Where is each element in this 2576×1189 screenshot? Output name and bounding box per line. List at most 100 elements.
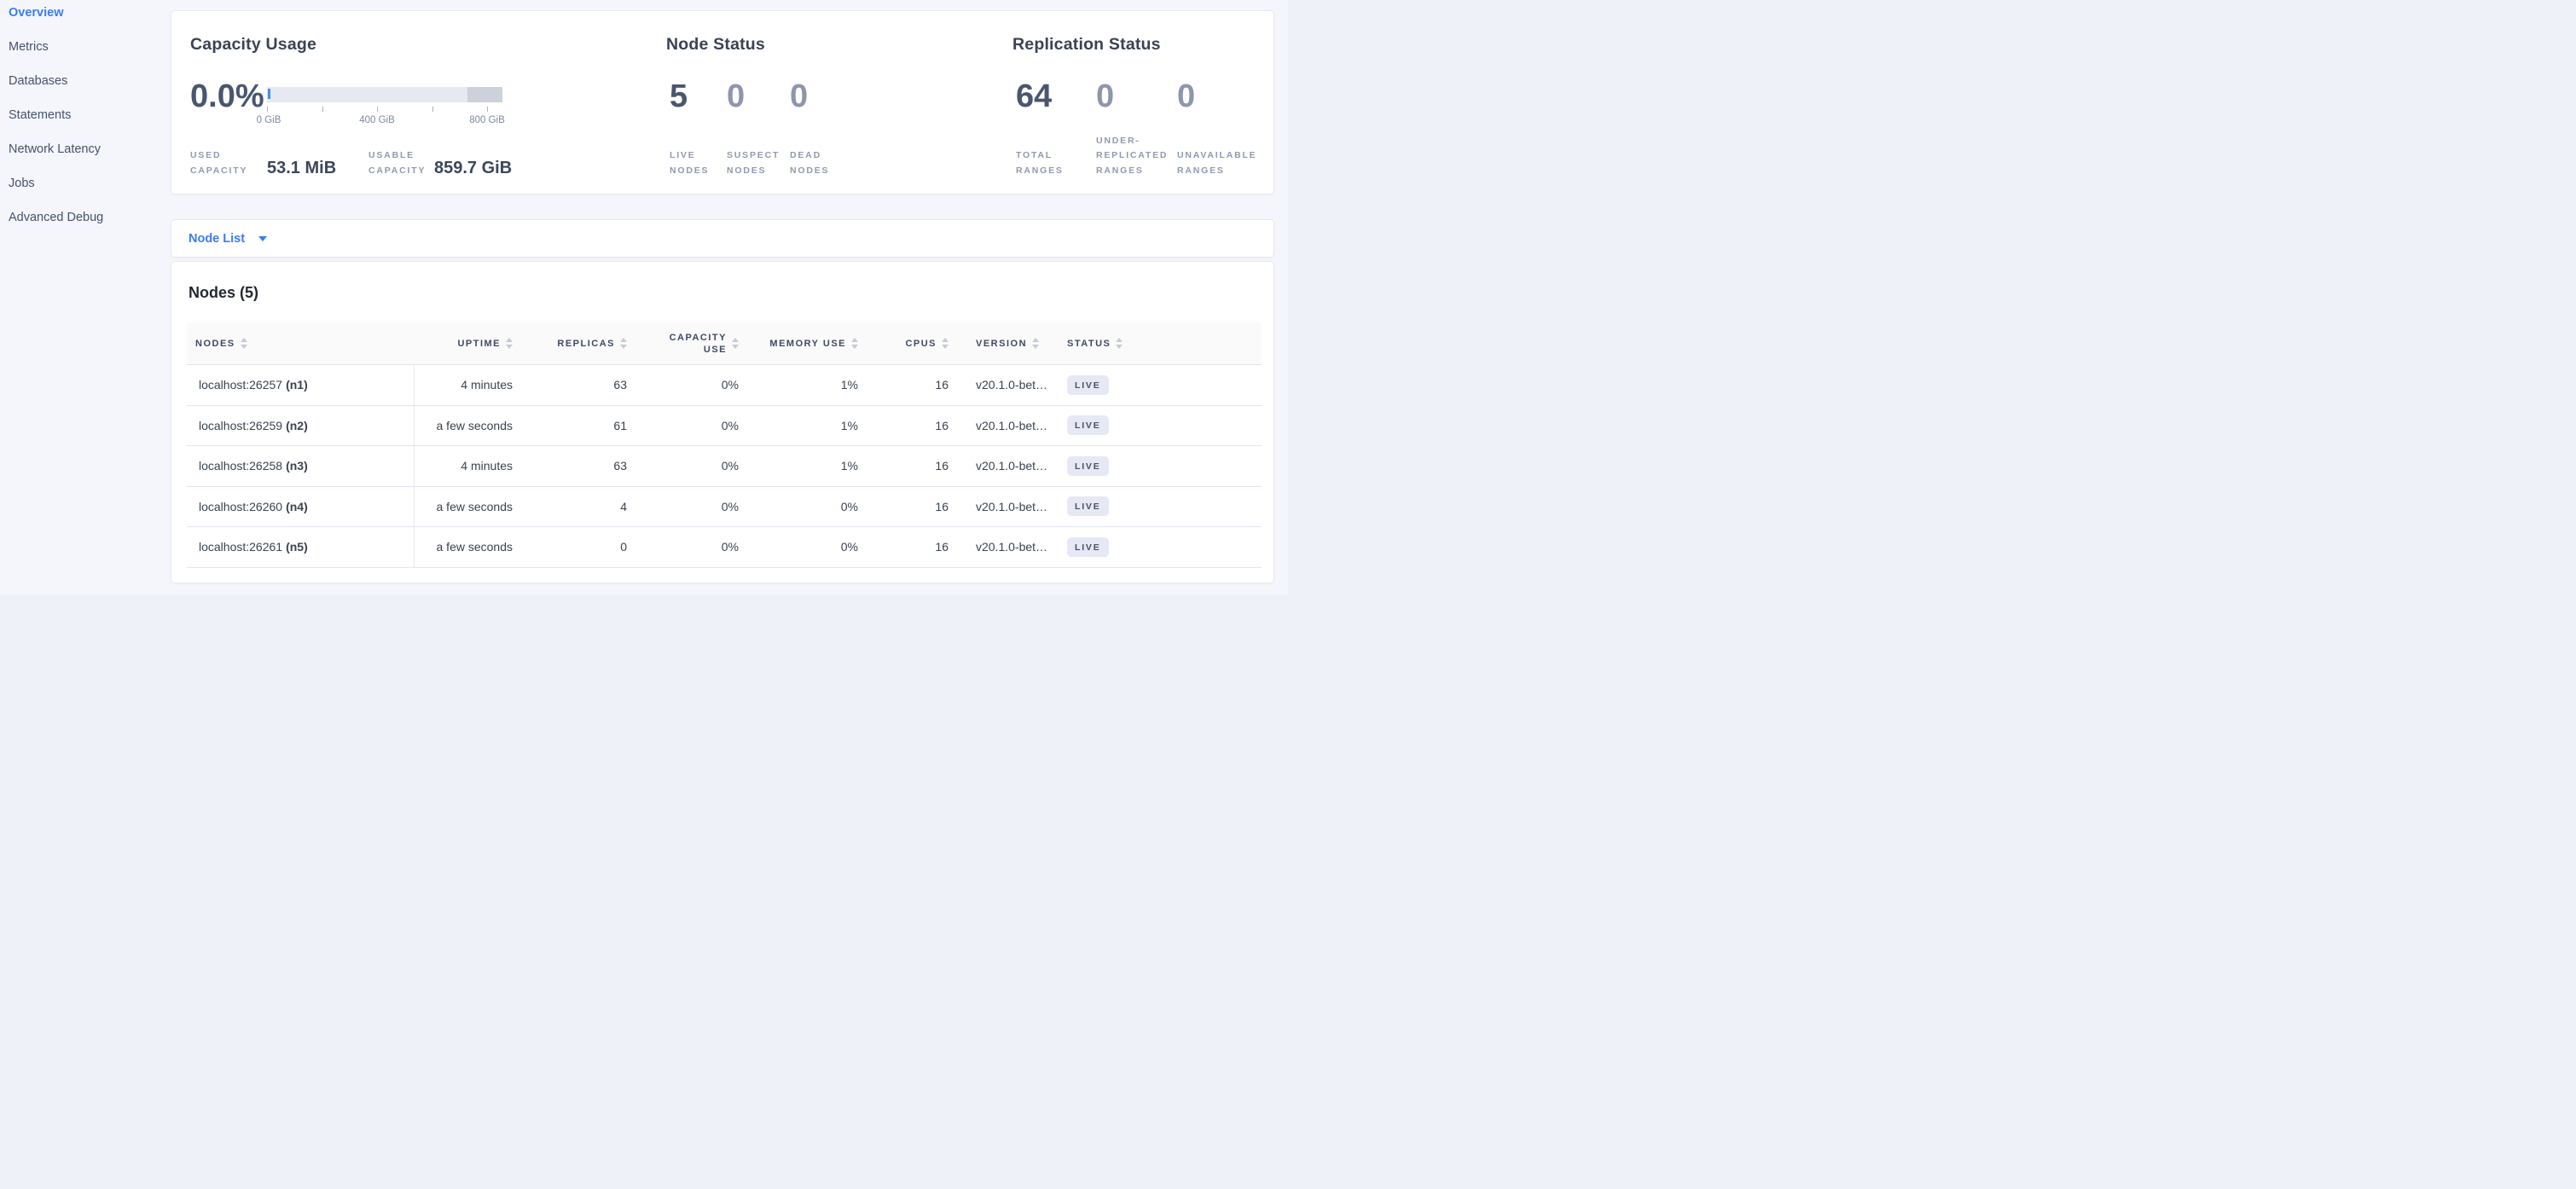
status-badge: LIVE xyxy=(1067,537,1109,557)
view-selector-card: Node List xyxy=(171,219,1274,258)
cpus-cell: 16 xyxy=(865,527,955,567)
axis-tick-200 xyxy=(322,107,323,112)
node-list-dropdown-label[interactable]: Node List xyxy=(189,232,245,246)
usable-capacity-value: 859.7 GiB xyxy=(434,158,512,178)
sidebar-item-statements[interactable]: Statements xyxy=(9,107,71,124)
capacity-bar-used-marker xyxy=(268,89,270,99)
axis-tick-800 xyxy=(487,107,488,112)
status-badge: LIVE xyxy=(1067,456,1109,476)
capacity-use-cell: 0% xyxy=(634,487,746,527)
uptime-cell: 4 minutes xyxy=(415,446,519,486)
suspect-nodes-value: 0 xyxy=(727,79,745,113)
used-capacity-value: 53.1 MiB xyxy=(267,158,336,178)
sort-icon xyxy=(1032,338,1039,349)
uptime-cell: a few seconds xyxy=(415,527,519,567)
usable-capacity-label: USABLE CAPACITY xyxy=(368,148,426,178)
uptime-cell: 4 minutes xyxy=(415,365,519,405)
capacity-bar-chart xyxy=(267,87,502,102)
axis-label-0-gib: 0 GiB xyxy=(257,115,281,125)
node-address-link[interactable]: localhost:26258 xyxy=(199,459,282,473)
uptime-cell: a few seconds xyxy=(415,487,519,527)
cluster-summary-card: Capacity Usage 0.0% 0 GiB 400 GiB 800 Gi… xyxy=(171,10,1274,194)
live-nodes-label: LIVE NODES xyxy=(670,148,709,178)
version-cell: v20.1.0-bet… xyxy=(955,487,1059,527)
column-header-cpus[interactable]: CPUS xyxy=(865,322,955,364)
table-row-node-2: localhost:26259(n2) a few seconds 61 0% … xyxy=(187,406,1262,447)
capacity-use-cell: 0% xyxy=(634,406,746,446)
nodes-table-card: Nodes (5) NODES UPTIME REPLICAS CAPACITY… xyxy=(171,261,1274,583)
sidebar-item-network-latency[interactable]: Network Latency xyxy=(9,141,101,158)
capacity-bar-axis: 0 GiB 400 GiB 800 GiB xyxy=(267,107,502,136)
status-badge: LIVE xyxy=(1067,496,1109,516)
suspect-nodes-label: SUSPECT NODES xyxy=(727,148,780,178)
chevron-down-icon[interactable] xyxy=(258,236,267,241)
replication-status-title: Replication Status xyxy=(1012,34,1161,55)
sidebar-item-jobs[interactable]: Jobs xyxy=(9,175,35,192)
capacity-bar-other-segment xyxy=(467,87,502,102)
axis-tick-600 xyxy=(432,107,433,112)
axis-label-800-gib: 800 GiB xyxy=(469,115,505,125)
column-header-status[interactable]: STATUS xyxy=(1059,322,1262,364)
sort-icon xyxy=(620,338,627,349)
node-id: (n5) xyxy=(286,540,308,554)
replicas-cell: 63 xyxy=(519,446,634,486)
status-badge: LIVE xyxy=(1067,415,1109,435)
node-address-link[interactable]: localhost:26260 xyxy=(199,500,282,513)
unavailable-ranges-label: UNAVAILABLE RANGES xyxy=(1177,148,1257,178)
sidebar-item-databases[interactable]: Databases xyxy=(9,72,67,90)
sidebar-item-metrics[interactable]: Metrics xyxy=(9,38,49,55)
column-header-version[interactable]: VERSION xyxy=(955,322,1059,364)
memory-use-cell: 1% xyxy=(746,406,865,446)
capacity-use-cell: 0% xyxy=(634,446,746,486)
node-id: (n4) xyxy=(286,500,308,513)
dead-nodes-value: 0 xyxy=(790,79,808,113)
node-id: (n2) xyxy=(286,419,308,432)
column-header-nodes[interactable]: NODES xyxy=(187,322,415,364)
node-list-dropdown[interactable]: Node List xyxy=(171,220,1273,257)
sort-icon xyxy=(942,338,949,349)
node-id: (n3) xyxy=(286,459,308,473)
status-badge: LIVE xyxy=(1067,375,1109,395)
cpus-cell: 16 xyxy=(865,406,955,446)
column-header-memory-use[interactable]: MEMORY USE xyxy=(746,322,865,364)
nodes-section-title: Nodes (5) xyxy=(189,282,258,303)
nodes-table-body: localhost:26257 (n1) 4 minutes 63 0% 1% 1… xyxy=(187,365,1262,568)
sidebar-item-overview[interactable]: Overview xyxy=(9,4,64,21)
cluster-overview-page: Overview Metrics Databases Statements Ne… xyxy=(0,0,1288,594)
version-cell: v20.1.0-bet… xyxy=(955,446,1059,486)
table-row-node-4: localhost:26260(n4) a few seconds 4 0% 0… xyxy=(187,487,1262,528)
live-nodes-value: 5 xyxy=(670,79,688,113)
dead-nodes-label: DEAD NODES xyxy=(790,148,829,178)
total-ranges-value: 64 xyxy=(1016,79,1052,113)
axis-tick-400 xyxy=(377,107,378,112)
node-address-link[interactable]: localhost:26259 xyxy=(199,419,282,432)
cpus-cell: 16 xyxy=(865,365,955,405)
sort-icon xyxy=(732,338,739,349)
column-header-replicas[interactable]: REPLICAS xyxy=(519,322,634,364)
column-header-capacity-use[interactable]: CAPACITY USE xyxy=(634,322,746,364)
sort-icon xyxy=(241,338,247,349)
memory-use-cell: 1% xyxy=(746,365,865,405)
under-replicated-ranges-value: 0 xyxy=(1096,79,1114,113)
replicas-cell: 63 xyxy=(519,365,634,405)
nodes-table-header: NODES UPTIME REPLICAS CAPACITY USE MEMOR… xyxy=(187,322,1262,365)
sort-icon xyxy=(1116,338,1123,349)
axis-tick-0 xyxy=(267,107,268,112)
sidebar-item-advanced-debug[interactable]: Advanced Debug xyxy=(9,209,103,226)
sort-icon xyxy=(506,338,513,349)
column-header-uptime[interactable]: UPTIME xyxy=(415,322,519,364)
sidebar-nav: Overview Metrics Databases Statements Ne… xyxy=(0,0,170,594)
version-cell: v20.1.0-bet… xyxy=(955,527,1059,567)
replicas-cell: 0 xyxy=(519,527,634,567)
node-address-link[interactable]: localhost:26261 xyxy=(199,540,282,554)
sort-icon xyxy=(851,338,858,349)
memory-use-cell: 0% xyxy=(746,527,865,567)
node-address-link[interactable]: localhost:26257 xyxy=(199,378,282,392)
capacity-percent-value: 0.0% xyxy=(190,79,264,113)
node-status-title: Node Status xyxy=(666,34,765,55)
uptime-cell: a few seconds xyxy=(415,406,519,446)
capacity-usage-title: Capacity Usage xyxy=(190,34,316,55)
table-row-node-5: localhost:26261(n5) a few seconds 0 0% 0… xyxy=(187,527,1262,568)
replicas-cell: 61 xyxy=(519,406,634,446)
node-id: (n1) xyxy=(286,378,308,392)
